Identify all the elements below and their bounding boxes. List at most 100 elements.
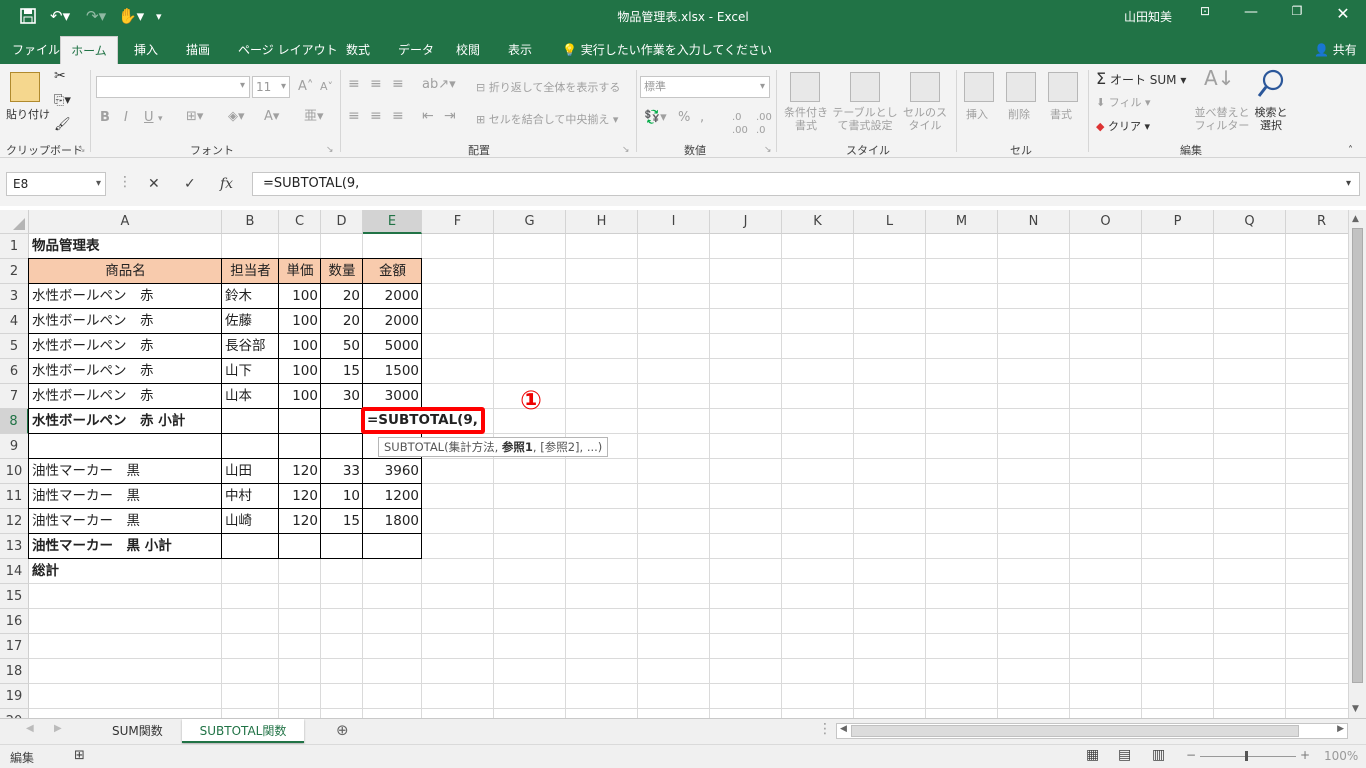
subtotal-label[interactable]: 水性ボールペン 赤 小計 bbox=[29, 409, 222, 434]
data-cell[interactable]: 油性マーカー 黒 bbox=[29, 509, 222, 534]
next-sheet-icon[interactable]: ▶ bbox=[54, 723, 62, 734]
page-layout-view-icon[interactable]: ▤ bbox=[1118, 747, 1131, 763]
tab-split-handle[interactable]: ⋮ bbox=[818, 721, 832, 737]
row-header[interactable]: 18 bbox=[0, 659, 29, 684]
row-header[interactable]: 11 bbox=[0, 484, 29, 509]
data-cell[interactable]: 油性マーカー 黒 bbox=[29, 484, 222, 509]
merge-center-button[interactable]: ⊞ セルを結合して中央揃え ▾ bbox=[476, 113, 618, 126]
tab-draw[interactable]: 描画 bbox=[176, 36, 220, 64]
data-cell[interactable]: 5000 bbox=[363, 334, 422, 359]
column-header[interactable]: F bbox=[422, 210, 494, 234]
data-cell[interactable]: 3000 bbox=[363, 384, 422, 409]
macro-record-icon[interactable]: ⊞ bbox=[74, 748, 85, 763]
align-middle-icon[interactable]: ≡ bbox=[370, 77, 382, 91]
insert-cells-icon[interactable] bbox=[964, 72, 994, 102]
format-cells-icon[interactable] bbox=[1048, 72, 1078, 102]
select-all-corner[interactable] bbox=[0, 210, 29, 234]
copy-icon[interactable]: ⎘▾ bbox=[54, 94, 71, 107]
data-cell[interactable]: 山下 bbox=[222, 359, 279, 384]
data-cell[interactable]: 100 bbox=[279, 384, 321, 409]
alignment-launcher-icon[interactable]: ↘ bbox=[622, 144, 630, 157]
format-as-table-button[interactable]: テーブルとして書式設定 bbox=[832, 106, 898, 132]
tab-formulas[interactable]: 数式 bbox=[336, 36, 380, 64]
normal-view-icon[interactable]: ▦ bbox=[1086, 747, 1099, 763]
font-launcher-icon[interactable]: ↘ bbox=[326, 144, 334, 157]
data-cell[interactable]: 100 bbox=[279, 359, 321, 384]
row-header[interactable]: 15 bbox=[0, 584, 29, 609]
sort-filter-button[interactable]: 並べ替えとフィルター bbox=[1194, 106, 1250, 132]
conditional-format-icon[interactable] bbox=[790, 72, 820, 102]
cell-styles-icon[interactable] bbox=[910, 72, 940, 102]
scroll-up-icon[interactable]: ▲ bbox=[1352, 214, 1359, 224]
formula-input[interactable]: =SUBTOTAL(9, bbox=[252, 172, 1360, 196]
zoom-in-icon[interactable]: + bbox=[1300, 748, 1310, 762]
column-header[interactable]: N bbox=[998, 210, 1070, 234]
enter-icon[interactable]: ✓ bbox=[184, 176, 196, 192]
data-cell[interactable]: 鈴木 bbox=[222, 284, 279, 309]
column-header[interactable]: Q bbox=[1214, 210, 1286, 234]
cell-styles-button[interactable]: セルのスタイル bbox=[900, 106, 950, 132]
font-size-select[interactable]: 11 ▾ bbox=[252, 76, 290, 98]
tab-home[interactable]: ホーム bbox=[60, 36, 118, 64]
hscroll-thumb[interactable] bbox=[851, 725, 1299, 737]
paste-icon[interactable] bbox=[10, 72, 40, 102]
data-cell[interactable]: 50 bbox=[321, 334, 363, 359]
add-sheet-icon[interactable]: ⊕ bbox=[336, 721, 349, 739]
data-cell[interactable]: 100 bbox=[279, 309, 321, 334]
column-header[interactable]: R bbox=[1286, 210, 1348, 234]
zoom-level[interactable]: 100% bbox=[1324, 749, 1358, 763]
decrease-font-icon[interactable]: A˅ bbox=[320, 80, 333, 93]
data-cell[interactable]: 20 bbox=[321, 309, 363, 334]
scroll-thumb[interactable] bbox=[1352, 228, 1363, 683]
data-cell[interactable]: 水性ボールペン 赤 bbox=[29, 359, 222, 384]
search-icon[interactable] bbox=[1256, 68, 1286, 103]
row-header[interactable]: 12 bbox=[0, 509, 29, 534]
row-header[interactable]: 4 bbox=[0, 309, 29, 334]
column-header[interactable]: P bbox=[1142, 210, 1214, 234]
row-header[interactable]: 20 bbox=[0, 709, 29, 718]
restore-icon[interactable]: ❐ bbox=[1282, 4, 1312, 18]
vertical-scrollbar[interactable]: ▲ ▼ bbox=[1348, 210, 1366, 718]
insert-cells-button[interactable]: 挿入 bbox=[966, 108, 988, 121]
data-cell[interactable]: 120 bbox=[279, 484, 321, 509]
tell-me-box[interactable]: 💡 実行したい作業を入力してください bbox=[552, 36, 782, 64]
cancel-icon[interactable]: ✕ bbox=[148, 176, 160, 192]
border-icon[interactable]: ⊞▾ bbox=[186, 110, 203, 123]
data-cell[interactable]: 中村 bbox=[222, 484, 279, 509]
data-cell[interactable]: 山崎 bbox=[222, 509, 279, 534]
tab-data[interactable]: データ bbox=[388, 36, 444, 64]
data-cell[interactable]: 120 bbox=[279, 459, 321, 484]
cut-icon[interactable]: ✂ bbox=[54, 69, 66, 83]
comma-icon[interactable]: , bbox=[700, 111, 704, 124]
data-cell[interactable]: 100 bbox=[279, 284, 321, 309]
row-header[interactable]: 13 bbox=[0, 534, 29, 559]
column-header[interactable]: L bbox=[854, 210, 926, 234]
font-color-icon[interactable]: A▾ bbox=[264, 110, 279, 123]
collapse-ribbon-icon[interactable]: ˄ bbox=[1348, 144, 1353, 157]
horizontal-scrollbar[interactable]: ◀ ▶ bbox=[836, 723, 1348, 739]
row-header[interactable]: 8 bbox=[0, 409, 29, 434]
zoom-slider[interactable] bbox=[1200, 756, 1296, 757]
column-header[interactable]: A bbox=[29, 210, 222, 234]
zoom-out-icon[interactable]: − bbox=[1186, 748, 1196, 762]
data-cell[interactable]: 油性マーカー 黒 bbox=[29, 459, 222, 484]
sheet-tab-subtotal[interactable]: SUBTOTAL関数 bbox=[182, 719, 304, 743]
data-cell[interactable]: 山本 bbox=[222, 384, 279, 409]
column-header[interactable]: D bbox=[321, 210, 363, 234]
align-left-icon[interactable]: ≡ bbox=[348, 109, 360, 123]
align-right-icon[interactable]: ≡ bbox=[392, 109, 404, 123]
row-header[interactable]: 1 bbox=[0, 234, 29, 259]
align-top-icon[interactable]: ≡ bbox=[348, 77, 360, 91]
row-header[interactable]: 2 bbox=[0, 259, 29, 284]
increase-font-icon[interactable]: A˄ bbox=[298, 80, 313, 93]
row-header[interactable]: 19 bbox=[0, 684, 29, 709]
data-cell[interactable]: 水性ボールペン 赤 bbox=[29, 284, 222, 309]
tab-view[interactable]: 表示 bbox=[498, 36, 542, 64]
data-cell[interactable]: 100 bbox=[279, 334, 321, 359]
row-header[interactable]: 6 bbox=[0, 359, 29, 384]
find-select-button[interactable]: 検索と選択 bbox=[1252, 106, 1290, 132]
tab-review[interactable]: 校閲 bbox=[446, 36, 490, 64]
expand-formula-icon[interactable]: ▾ bbox=[1346, 178, 1351, 189]
wrap-text-button[interactable]: ⊟ 折り返して全体を表示する bbox=[476, 81, 620, 94]
insert-function-icon[interactable]: fx bbox=[220, 176, 233, 192]
